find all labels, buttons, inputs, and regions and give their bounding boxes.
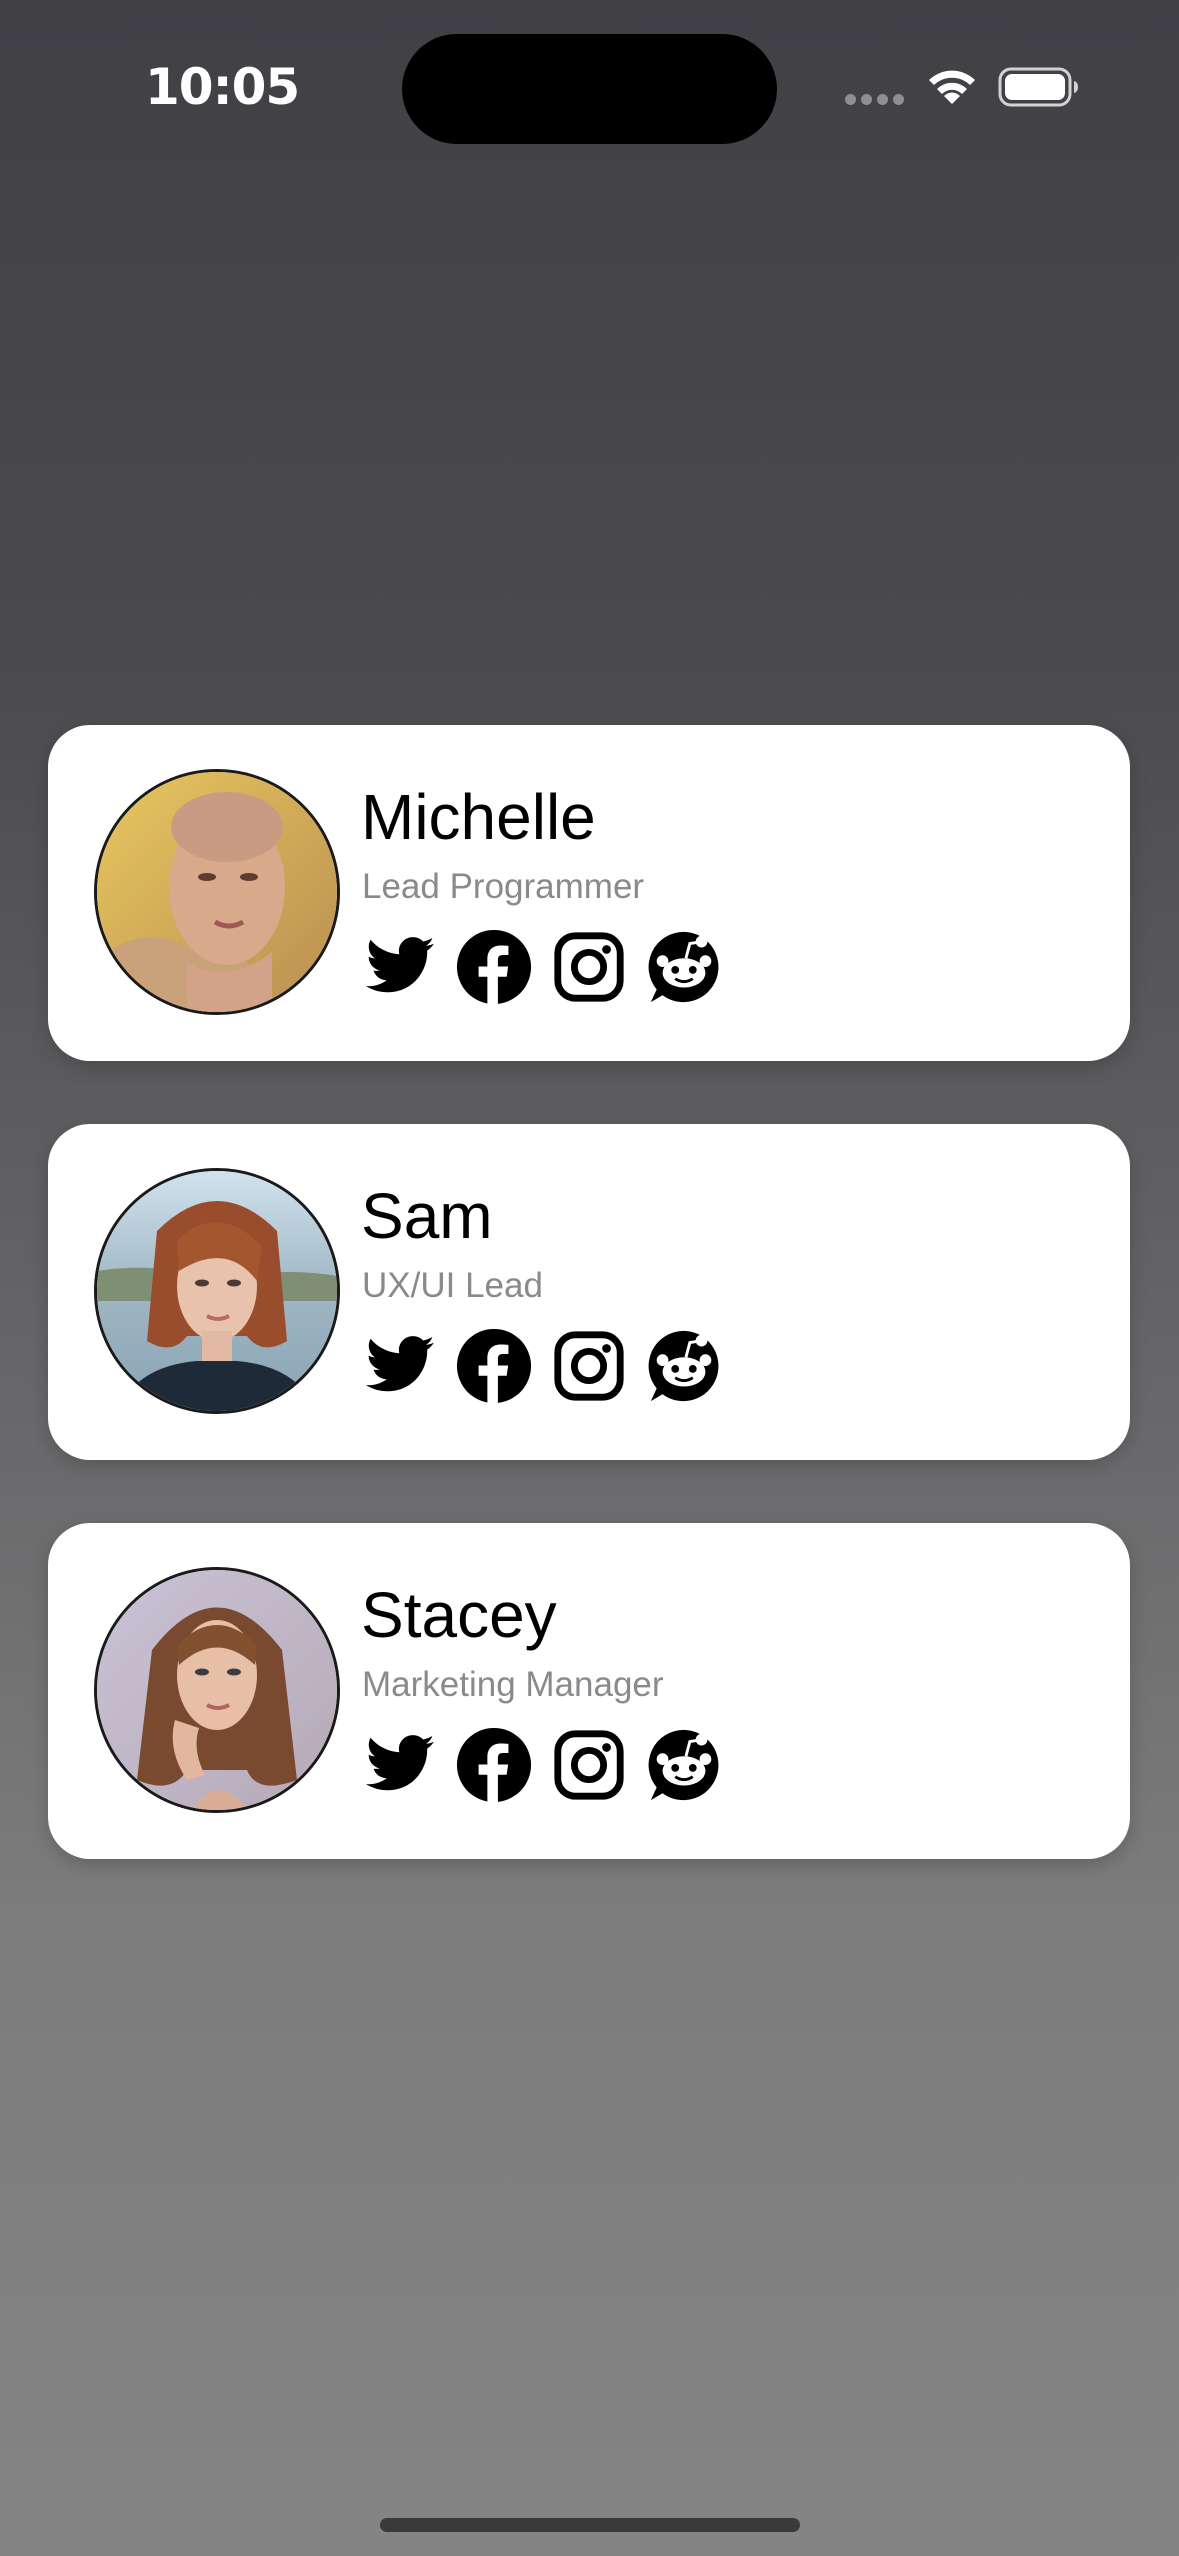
reddit-icon[interactable] xyxy=(645,1327,723,1405)
social-links xyxy=(360,928,780,1008)
profile-card[interactable]: Michelle Lead Programmer xyxy=(48,725,1130,1061)
profile-name: Sam xyxy=(361,1180,493,1252)
twitter-icon[interactable] xyxy=(360,928,438,1006)
twitter-icon[interactable] xyxy=(360,1726,438,1804)
dynamic-island xyxy=(402,34,777,144)
wifi-icon xyxy=(925,64,979,108)
profile-role: UX/UI Lead xyxy=(362,1266,543,1305)
instagram-icon[interactable] xyxy=(550,1726,628,1804)
reddit-icon[interactable] xyxy=(645,1726,723,1804)
avatar xyxy=(94,1567,340,1813)
cellular-signal-icon xyxy=(845,94,905,106)
avatar xyxy=(94,769,340,1015)
profile-card[interactable]: Stacey Marketing Manager xyxy=(48,1523,1130,1859)
home-indicator[interactable] xyxy=(380,2518,800,2532)
social-links xyxy=(360,1726,780,1806)
battery-icon xyxy=(998,66,1080,108)
twitter-icon[interactable] xyxy=(360,1327,438,1405)
instagram-icon[interactable] xyxy=(550,1327,628,1405)
instagram-icon[interactable] xyxy=(550,928,628,1006)
status-time: 10:05 xyxy=(145,58,300,116)
facebook-icon[interactable] xyxy=(455,928,533,1006)
profile-role: Lead Programmer xyxy=(362,867,645,906)
facebook-icon[interactable] xyxy=(455,1726,533,1804)
profile-role: Marketing Manager xyxy=(362,1665,664,1704)
avatar xyxy=(94,1168,340,1414)
profile-name: Michelle xyxy=(361,781,596,853)
profile-name: Stacey xyxy=(361,1579,557,1651)
social-links xyxy=(360,1327,780,1407)
facebook-icon[interactable] xyxy=(455,1327,533,1405)
reddit-icon[interactable] xyxy=(645,928,723,1006)
profile-card[interactable]: Sam UX/UI Lead xyxy=(48,1124,1130,1460)
